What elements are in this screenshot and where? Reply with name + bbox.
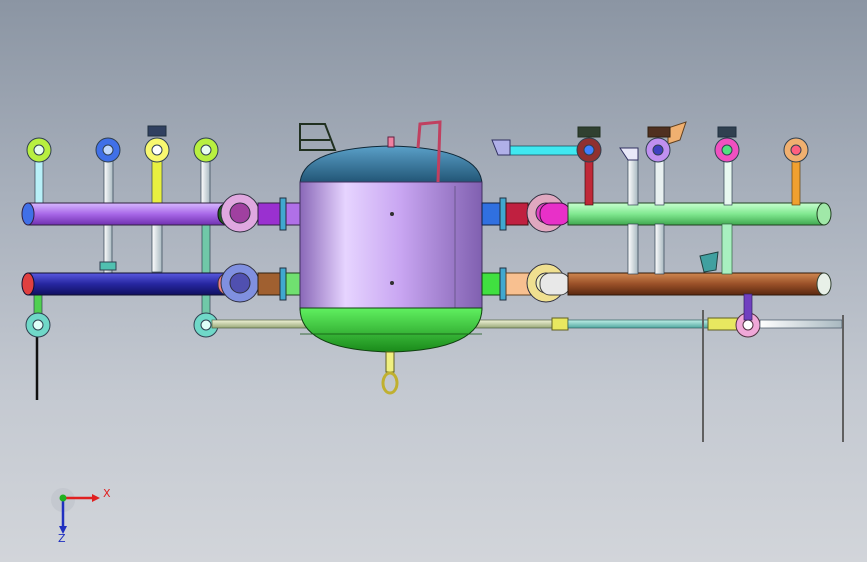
coordinate-triad: X Z — [51, 487, 111, 545]
3d-viewport[interactable]: X Z — [0, 0, 867, 562]
bottom-connecting-line[interactable] — [211, 310, 844, 442]
right-flanges[interactable] — [576, 126, 809, 163]
z-axis-label: Z — [58, 532, 66, 545]
piping-assembly-model[interactable]: X Z — [0, 0, 867, 562]
storage-tank[interactable] — [299, 120, 483, 395]
x-axis-label: X — [103, 487, 111, 500]
left-flanges[interactable] — [25, 125, 219, 338]
